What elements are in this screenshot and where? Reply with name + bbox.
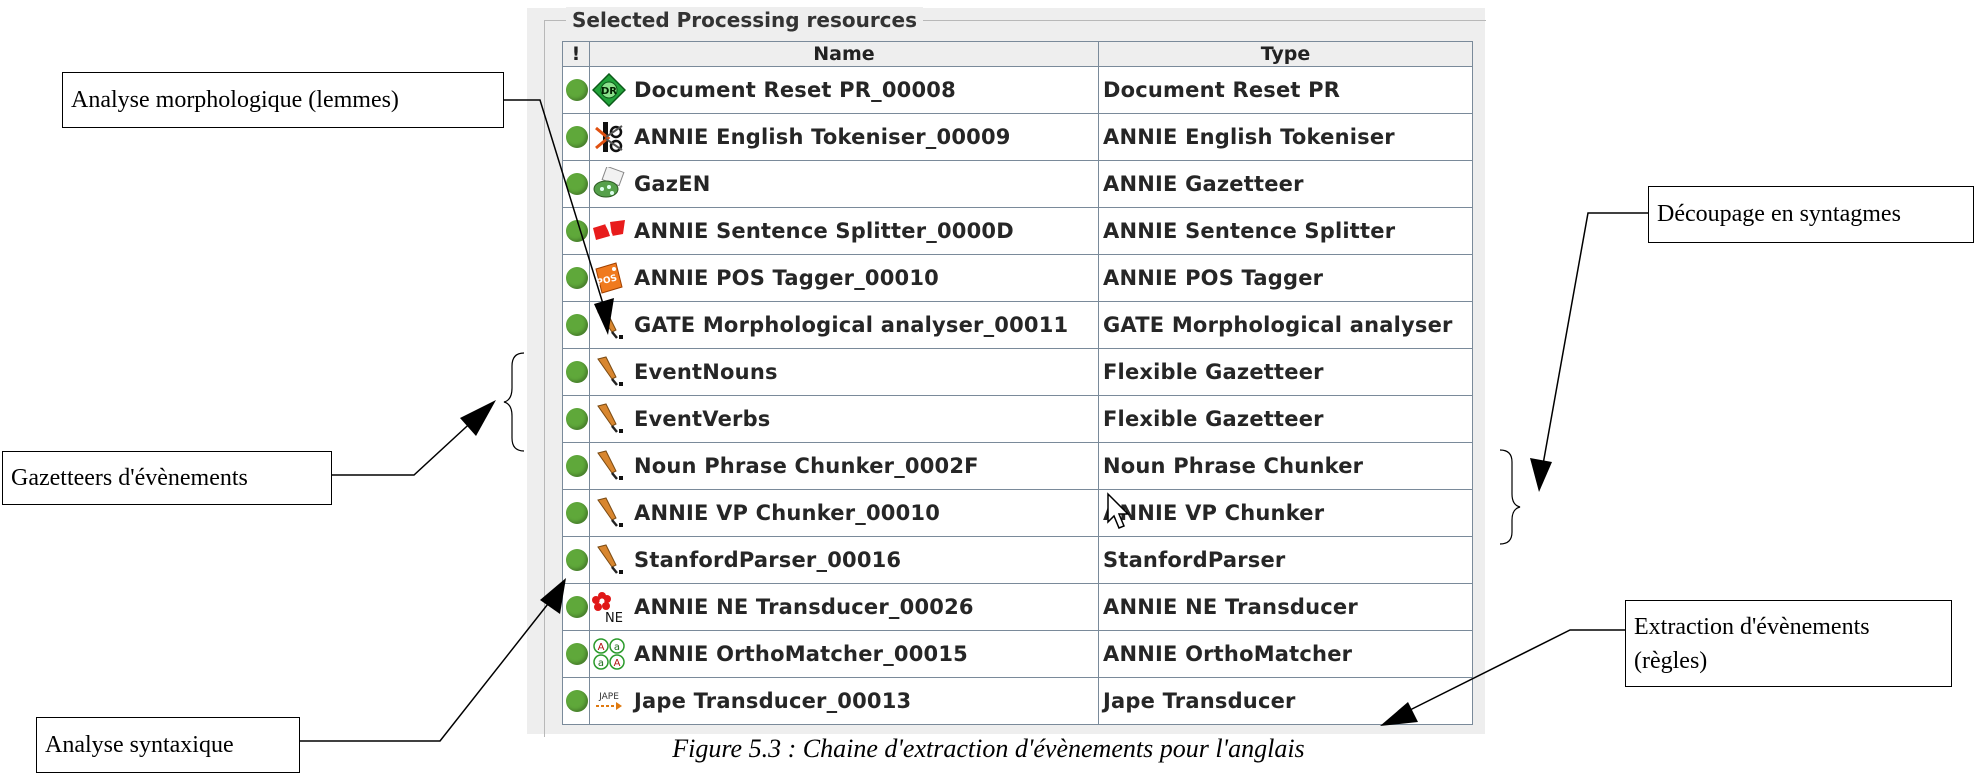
arrowhead-morphological xyxy=(594,298,614,335)
brace-gazetteers xyxy=(503,352,525,452)
arrow-morphological xyxy=(504,99,609,321)
mouse-cursor-icon xyxy=(1107,492,1130,529)
arrow-extraction xyxy=(1399,629,1625,716)
arrowhead-chunking xyxy=(1530,458,1552,492)
arrow-chunking xyxy=(1541,212,1648,471)
arrow-syntax xyxy=(300,594,556,742)
brace-chunking xyxy=(1499,449,1521,545)
annotation-overlay xyxy=(300,99,1648,742)
arrowhead-extraction xyxy=(1380,702,1418,726)
arrowhead-gazetteers xyxy=(460,400,496,436)
arrow-gazetteers xyxy=(332,415,479,476)
